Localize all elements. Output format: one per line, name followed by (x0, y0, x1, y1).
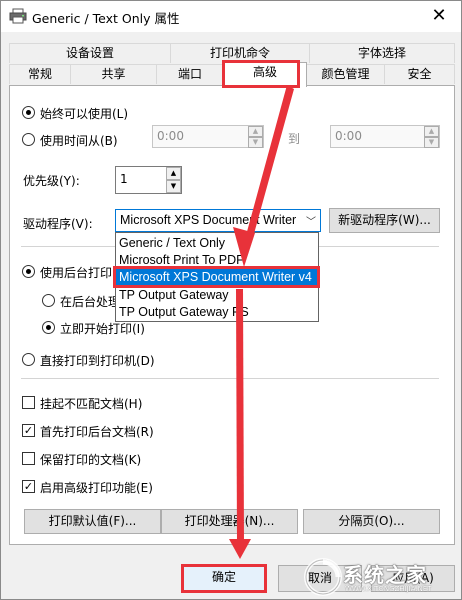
arrow-shaft-2 (236, 289, 244, 543)
arrow-head-1 (233, 227, 255, 267)
arrow-head-2 (229, 539, 251, 559)
watermark-logo: 系统之家 WWW.XITONGZHIJIA.NET (301, 553, 462, 600)
arrow-shaft-1 (245, 85, 294, 241)
watermark-url: WWW.XITONGZHIJIA.NET (345, 585, 432, 593)
watermark-text: 系统之家 (343, 563, 427, 587)
annotation-arrows (229, 85, 294, 559)
watermark-logo-icon (304, 558, 342, 596)
properties-window: Generic / Text Only 属性 ✕ 设备设置 打印机命令 字体选择… (0, 0, 462, 600)
